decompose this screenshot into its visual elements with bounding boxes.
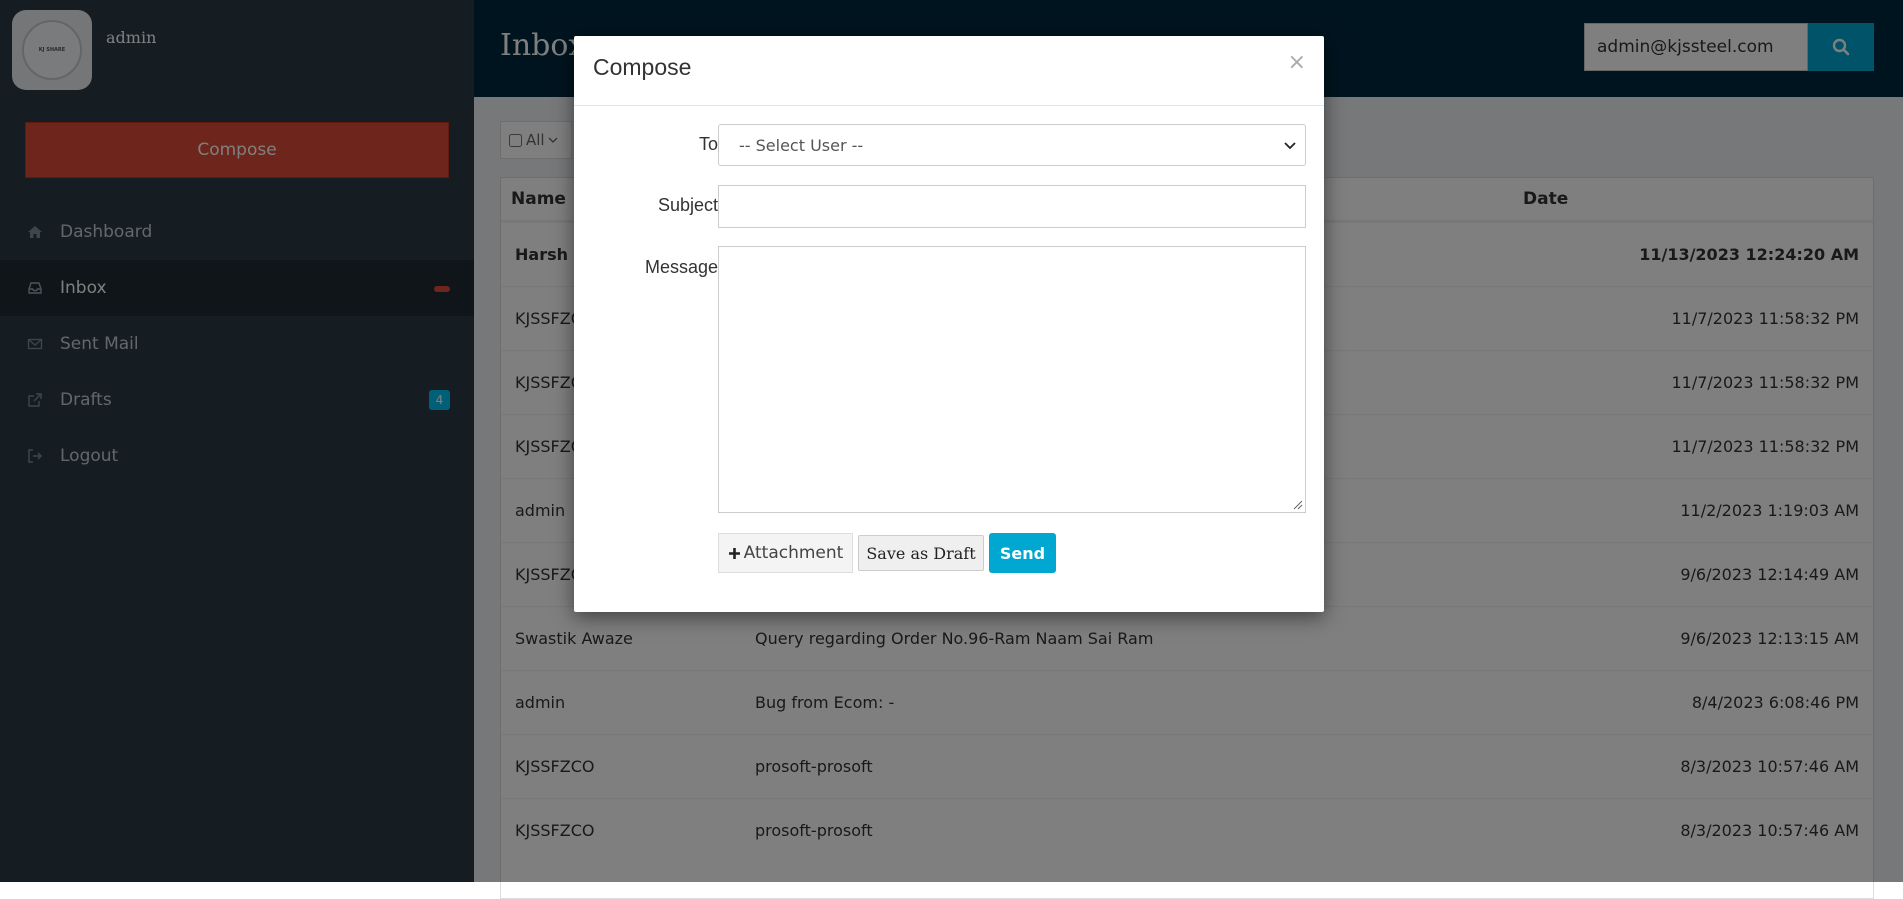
chevron-down-icon: [1284, 142, 1296, 150]
attachment-label: Attachment: [743, 543, 844, 563]
to-label: To: [698, 134, 718, 154]
compose-modal: Compose × To -- Select User -- Subject M…: [574, 36, 1324, 612]
subject-label: Subject: [657, 195, 718, 215]
to-select[interactable]: -- Select User --: [718, 124, 1306, 166]
modal-title: Compose: [593, 54, 692, 80]
send-button[interactable]: Send: [989, 533, 1056, 573]
modal-header: Compose ×: [574, 36, 1324, 106]
close-icon[interactable]: ×: [1288, 50, 1306, 75]
message-textarea[interactable]: [718, 246, 1306, 513]
subject-input[interactable]: [718, 185, 1306, 228]
attachment-button[interactable]: Attachment: [718, 533, 853, 573]
plus-icon: [728, 547, 740, 559]
save-draft-button[interactable]: Save as Draft: [858, 535, 984, 571]
resize-handle-icon[interactable]: [1293, 500, 1303, 510]
to-select-value: -- Select User --: [739, 135, 864, 155]
message-label: Message: [644, 257, 718, 277]
